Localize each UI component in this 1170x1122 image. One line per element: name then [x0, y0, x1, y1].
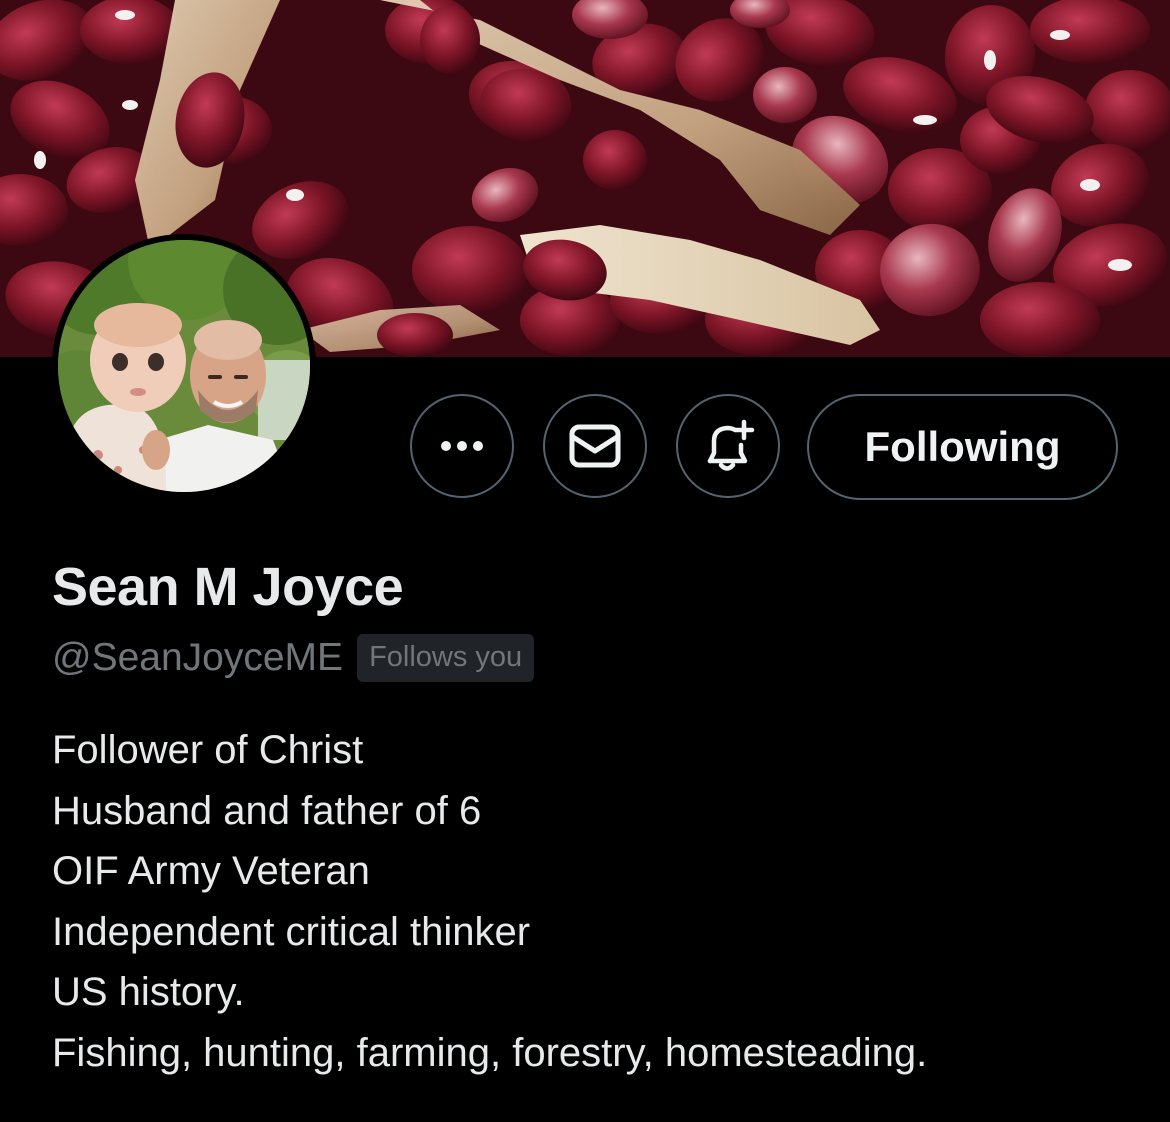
profile-avatar[interactable]: [52, 234, 316, 498]
follows-you-badge: Follows you: [357, 634, 535, 682]
bio-line: Independent critical thinker: [52, 909, 531, 954]
handle-row: @SeanJoyceME Follows you: [52, 632, 535, 684]
notifications-button[interactable]: [676, 394, 780, 498]
bio-line: Fishing, hunting, farming, forestry, hom…: [52, 1030, 928, 1075]
profile-handle: @SeanJoyceME: [52, 636, 344, 679]
bio-line: Follower of Christ: [52, 728, 364, 772]
profile-bio: Follower of Christ Husband and father of…: [52, 720, 1132, 1083]
more-button[interactable]: [410, 394, 514, 498]
avatar-photo: [58, 240, 310, 492]
bio-line: OIF Army Veteran: [52, 849, 370, 893]
message-button[interactable]: [543, 394, 647, 498]
bell-plus-icon: [707, 419, 755, 471]
bio-line: US history.: [52, 970, 245, 1014]
envelope-icon: [569, 424, 621, 468]
more-horizontal-icon: [441, 441, 483, 451]
bio-line: Husband and father of 6: [52, 788, 482, 833]
following-button[interactable]: Following: [807, 394, 1118, 500]
profile-display-name: Sean M Joyce: [52, 557, 404, 617]
